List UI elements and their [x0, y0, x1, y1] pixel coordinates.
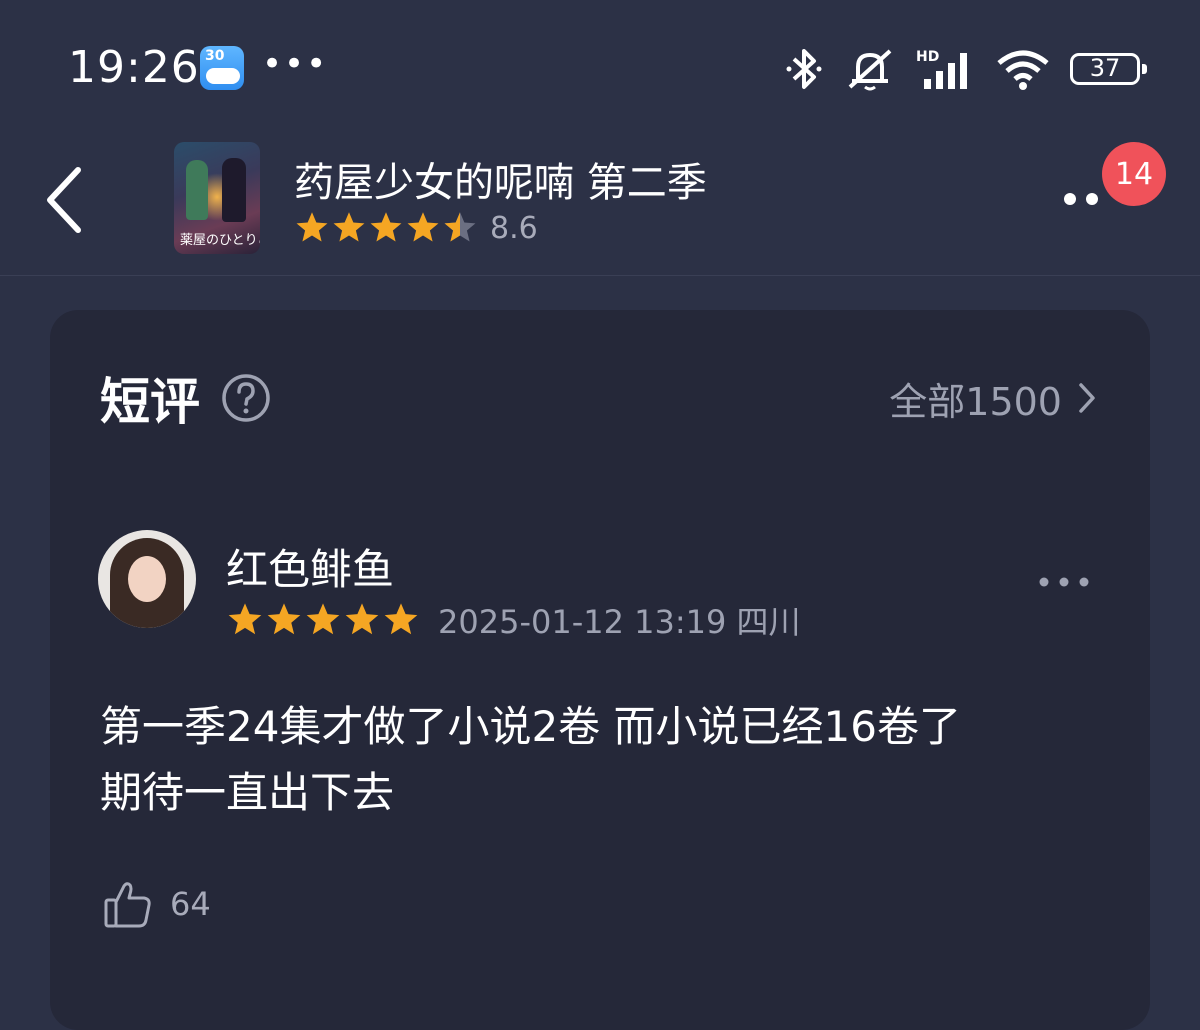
review-text-line: 期待一直出下去 — [100, 768, 395, 817]
help-icon[interactable] — [220, 372, 272, 424]
weather-icon: 30 — [200, 46, 244, 90]
show-rating: 8.6 — [294, 208, 538, 248]
rating-stars — [294, 210, 478, 246]
page-header: 薬屋のひとりごと 药屋少女的呢喃 第二季 8.6 14 — [0, 130, 1200, 276]
rating-value: 8.6 — [490, 210, 538, 246]
wifi-icon — [997, 50, 1049, 90]
back-button[interactable] — [38, 160, 98, 240]
poster-figure — [186, 160, 208, 220]
battery-icon: 37 — [1070, 53, 1147, 85]
all-reviews-label: 全部1500 — [889, 379, 1062, 424]
bluetooth-icon — [786, 49, 822, 89]
review-text: 第一季24集才做了小说2卷 而小说已经16卷了 期待一直出下去 — [100, 694, 1100, 826]
svg-text:HD: HD — [916, 49, 939, 65]
half-star-icon — [444, 212, 476, 242]
star-icon — [296, 212, 328, 242]
star-icon — [384, 603, 418, 635]
status-bar: 19:26 30 ••• HD 37 — [0, 0, 1200, 130]
chevron-right-icon — [1079, 383, 1095, 413]
review-stars — [226, 601, 420, 639]
like-button[interactable]: 64 — [102, 876, 211, 932]
star-icon — [306, 603, 340, 635]
star-icon — [267, 603, 301, 635]
star-icon — [370, 212, 402, 242]
chevron-left-icon — [47, 167, 81, 233]
poster-title: 薬屋のひとりごと — [180, 233, 260, 248]
poster-figure — [222, 158, 246, 222]
short-reviews-card: 短评 全部1500 红色鲱鱼 2025-01-12 13:19 四川 第一季24… — [50, 310, 1150, 1030]
star-icon — [407, 212, 439, 242]
show-poster[interactable]: 薬屋のひとりごと — [174, 142, 260, 254]
avatar-face — [128, 556, 166, 602]
notification-more-dots: ••• — [262, 44, 329, 84]
weather-temp: 30 — [205, 48, 225, 64]
review-username[interactable]: 红色鲱鱼 — [226, 536, 394, 597]
battery-level: 37 — [1089, 54, 1121, 82]
review-datetime-location: 2025-01-12 13:19 四川 — [438, 603, 801, 641]
star-icon — [345, 603, 379, 635]
notification-badge[interactable]: 14 — [1102, 142, 1166, 206]
cloud-icon — [206, 68, 240, 84]
section-title: 短评 — [100, 373, 200, 431]
star-icon — [333, 212, 365, 242]
review-more-button[interactable] — [1036, 572, 1092, 592]
review-meta: 2025-01-12 13:19 四川 — [226, 598, 801, 642]
status-time: 19:26 — [68, 42, 200, 93]
all-reviews-link[interactable]: 全部1500 — [889, 372, 1098, 424]
system-status-icons: HD 37 — [784, 46, 1147, 92]
review-text-line: 第一季24集才做了小说2卷 而小说已经16卷了 — [100, 702, 961, 751]
avatar[interactable] — [98, 530, 196, 628]
star-icon — [228, 603, 262, 635]
like-count: 64 — [170, 885, 211, 923]
question-circle-icon — [222, 374, 270, 422]
thumbs-up-icon — [104, 882, 151, 928]
mute-icon — [848, 49, 892, 91]
show-title: 药屋少女的呢喃 第二季 — [294, 160, 707, 206]
more-dots-icon — [1039, 577, 1089, 587]
hd-signal-icon: HD — [916, 49, 967, 89]
